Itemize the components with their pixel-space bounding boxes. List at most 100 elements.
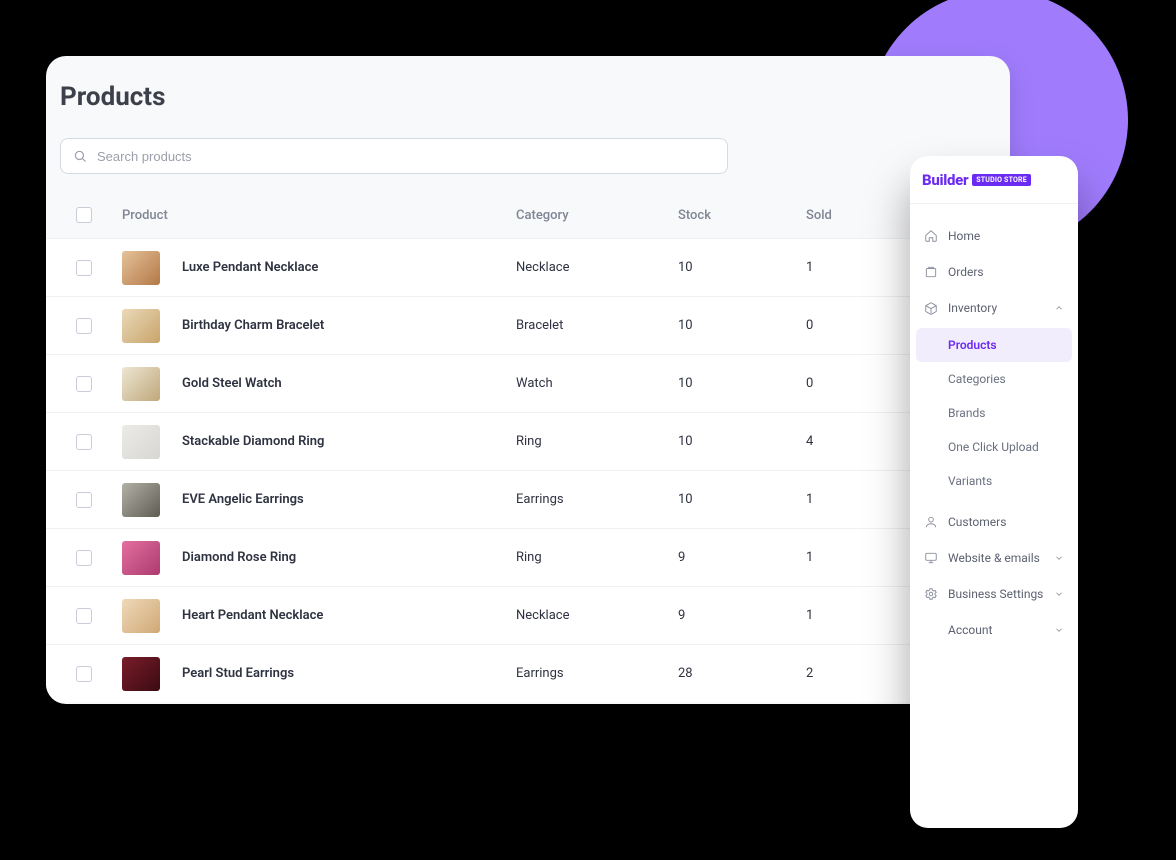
nav-label: Orders [948, 265, 1064, 279]
product-category: Bracelet [516, 318, 678, 333]
product-name: Heart Pendant Necklace [182, 608, 323, 623]
brand-logo[interactable]: Builder STUDIO STORE [922, 171, 1031, 189]
row-checkbox[interactable] [76, 434, 92, 450]
product-thumbnail [122, 541, 160, 575]
product-thumbnail [122, 367, 160, 401]
product-thumbnail [122, 309, 160, 343]
table-row[interactable]: Gold Steel Watch Watch 10 0 [46, 354, 1010, 412]
nav-home[interactable]: Home [916, 218, 1072, 254]
search-input[interactable] [97, 149, 715, 164]
nav-website[interactable]: Website & emails [916, 540, 1072, 576]
products-panel: Products Product Category Stock Sold Lux… [46, 56, 1010, 704]
product-sold: 0 [806, 376, 926, 391]
product-sold: 2 [806, 666, 926, 681]
customers-icon [924, 515, 938, 529]
row-checkbox[interactable] [76, 550, 92, 566]
nav-account[interactable]: Account [916, 612, 1072, 648]
chevron-down-icon [1054, 589, 1064, 599]
inventory-icon [924, 301, 938, 315]
product-sold: 1 [806, 492, 926, 507]
nav-sub-label: Brands [948, 406, 985, 420]
product-name: Diamond Rose Ring [182, 550, 296, 565]
nav-orders[interactable]: Orders [916, 254, 1072, 290]
table-row[interactable]: Stackable Diamond Ring Ring 10 4 [46, 412, 1010, 470]
monitor-icon [924, 551, 938, 565]
nav-inventory-sublist: Products Categories Brands One Click Upl… [916, 328, 1072, 498]
row-checkbox[interactable] [76, 260, 92, 276]
sidebar: Builder STUDIO STORE Home Orders Invento… [910, 156, 1078, 828]
product-stock: 10 [678, 492, 806, 507]
product-category: Ring [516, 434, 678, 449]
nav-sub-categories[interactable]: Categories [916, 362, 1072, 396]
nav-label: Inventory [948, 301, 1044, 315]
product-thumbnail [122, 251, 160, 285]
product-stock: 10 [678, 260, 806, 275]
product-stock: 9 [678, 550, 806, 565]
product-sold: 1 [806, 550, 926, 565]
nav-label: Account [948, 623, 1044, 637]
select-all-checkbox[interactable] [76, 207, 92, 223]
product-stock: 9 [678, 608, 806, 623]
col-category: Category [516, 208, 678, 223]
nav-sub-label: Variants [948, 474, 992, 488]
product-category: Earrings [516, 492, 678, 507]
nav-sub-variants[interactable]: Variants [916, 464, 1072, 498]
nav-customers[interactable]: Customers [916, 504, 1072, 540]
brand-word: Builder [922, 171, 968, 189]
row-checkbox[interactable] [76, 376, 92, 392]
product-thumbnail [122, 657, 160, 691]
nav-business-settings[interactable]: Business Settings [916, 576, 1072, 612]
product-sold: 0 [806, 318, 926, 333]
product-stock: 28 [678, 666, 806, 681]
chevron-down-icon [1054, 625, 1064, 635]
product-name: Birthday Charm Bracelet [182, 318, 324, 333]
sidebar-header: Builder STUDIO STORE [910, 156, 1078, 204]
table-row[interactable]: Heart Pendant Necklace Necklace 9 1 [46, 586, 1010, 644]
nav-inventory[interactable]: Inventory [916, 290, 1072, 326]
nav-label: Home [948, 229, 1064, 243]
table-row[interactable]: Diamond Rose Ring Ring 9 1 [46, 528, 1010, 586]
search-box[interactable] [60, 138, 728, 174]
row-checkbox[interactable] [76, 318, 92, 334]
product-thumbnail [122, 483, 160, 517]
product-category: Watch [516, 376, 678, 391]
product-name: Gold Steel Watch [182, 376, 282, 391]
col-sold: Sold [806, 208, 926, 223]
product-sold: 1 [806, 260, 926, 275]
product-sold: 1 [806, 608, 926, 623]
col-stock: Stock [678, 208, 806, 223]
row-checkbox[interactable] [76, 492, 92, 508]
row-checkbox[interactable] [76, 666, 92, 682]
nav-label: Website & emails [948, 551, 1044, 565]
nav-sub-products[interactable]: Products [916, 328, 1072, 362]
gear-icon [924, 587, 938, 601]
table-header: Product Category Stock Sold [46, 192, 1010, 238]
nav-list: Home Orders Inventory Products Categorie… [910, 204, 1078, 648]
page-title: Products [46, 56, 1010, 128]
product-category: Necklace [516, 608, 678, 623]
product-name: EVE Angelic Earrings [182, 492, 304, 507]
home-icon [924, 229, 938, 243]
nav-label: Business Settings [948, 587, 1044, 601]
nav-sub-brands[interactable]: Brands [916, 396, 1072, 430]
product-stock: 10 [678, 376, 806, 391]
product-category: Ring [516, 550, 678, 565]
product-thumbnail [122, 425, 160, 459]
products-table: Product Category Stock Sold Luxe Pendant… [46, 192, 1010, 702]
search-icon [73, 149, 87, 163]
table-row[interactable]: Birthday Charm Bracelet Bracelet 10 0 [46, 296, 1010, 354]
table-row[interactable]: Pearl Stud Earrings Earrings 28 2 [46, 644, 1010, 702]
orders-icon [924, 265, 938, 279]
table-row[interactable]: Luxe Pendant Necklace Necklace 10 1 [46, 238, 1010, 296]
nav-sub-one-click[interactable]: One Click Upload [916, 430, 1072, 464]
nav-sub-label: One Click Upload [948, 440, 1039, 454]
nav-sub-label: Categories [948, 372, 1006, 386]
product-stock: 10 [678, 318, 806, 333]
brand-badge: STUDIO STORE [972, 174, 1031, 186]
chevron-up-icon [1054, 303, 1064, 313]
product-category: Necklace [516, 260, 678, 275]
row-checkbox[interactable] [76, 608, 92, 624]
product-name: Stackable Diamond Ring [182, 434, 324, 449]
table-row[interactable]: EVE Angelic Earrings Earrings 10 1 [46, 470, 1010, 528]
nav-label: Customers [948, 515, 1064, 529]
